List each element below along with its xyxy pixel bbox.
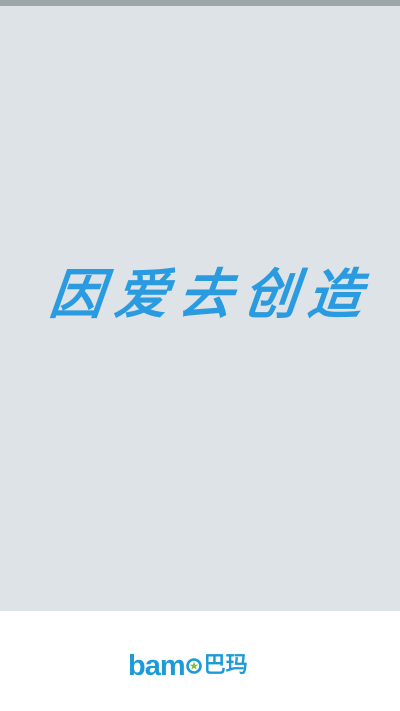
brand-logo-letter: a xyxy=(144,650,161,682)
slogan-char: 去 xyxy=(175,262,237,326)
slogan-char: 造 xyxy=(304,262,366,326)
splash-screen: 因 爱 去 创 造 xyxy=(0,6,400,611)
slogan-char: 爱 xyxy=(111,262,172,326)
splash-slogan: 因 爱 去 创 造 xyxy=(47,258,366,330)
brand-logo-letter: m xyxy=(159,650,186,682)
slogan-char: 创 xyxy=(240,262,301,326)
slogan-char: 因 xyxy=(46,262,108,326)
splash-footer: b a m 巴玛 xyxy=(0,611,400,711)
brand-logo-chinese: 巴玛 xyxy=(203,653,248,678)
bamo-brand-logo: b a m 巴玛 xyxy=(128,647,248,685)
brand-logo-letter: b xyxy=(128,650,146,682)
brand-circle-star-icon xyxy=(185,658,202,674)
